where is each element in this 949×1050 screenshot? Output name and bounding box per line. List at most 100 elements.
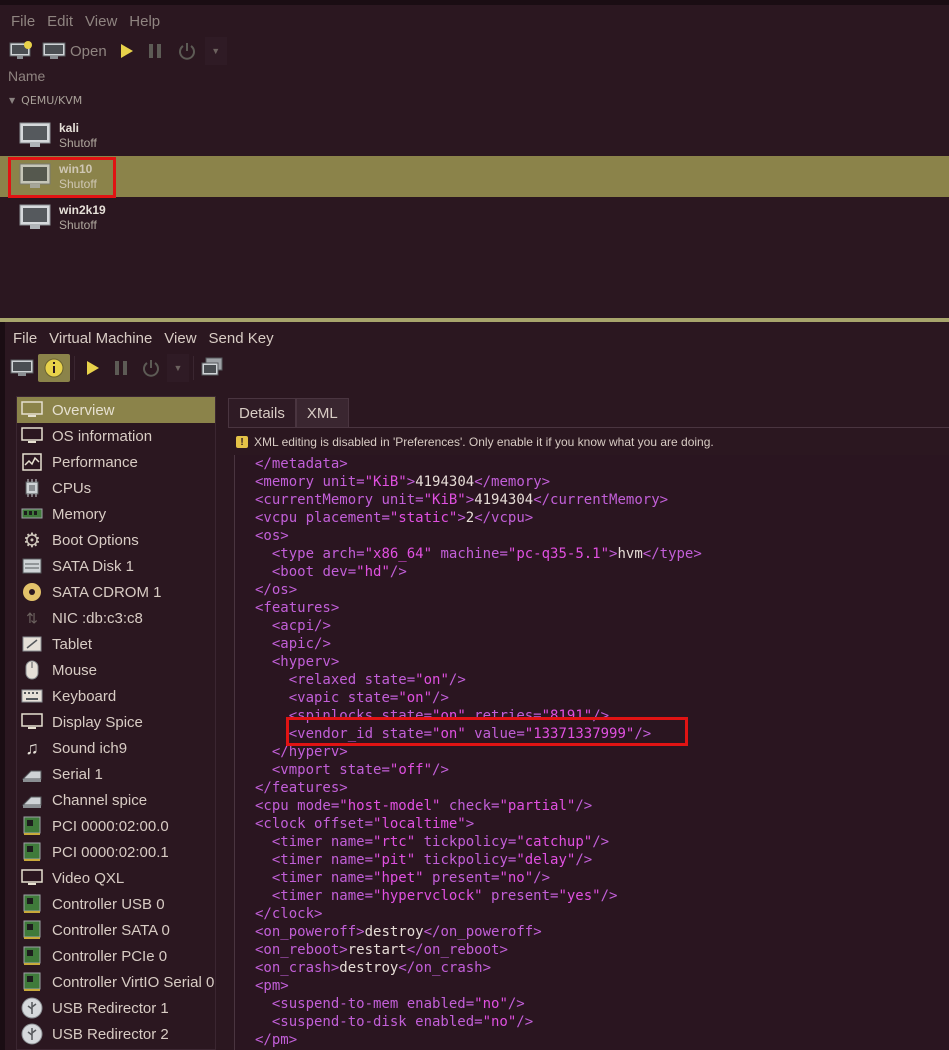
xml-line: <on_reboot>restart</on_reboot>	[255, 942, 508, 958]
monitor-icon	[18, 203, 52, 233]
sidebar-item-label: Boot Options	[52, 531, 139, 549]
vm-row-kali[interactable]: kali Shutoff	[0, 115, 949, 156]
details-toolbar: ▼	[8, 353, 226, 383]
monitor-icon	[20, 400, 44, 420]
xml-editor[interactable]: </metadata> <memory unit="KiB">4194304</m…	[234, 455, 949, 1050]
shutdown-menu-button[interactable]: ▼	[204, 37, 227, 65]
sidebar-item-display-spice[interactable]: Display Spice	[17, 709, 215, 735]
sidebar-item-label: SATA Disk 1	[52, 557, 134, 575]
shutdown-button[interactable]	[169, 37, 205, 65]
details-menubar: File Virtual Machine View Send Key	[7, 324, 280, 352]
sidebar-item-label: Video QXL	[52, 869, 125, 887]
menu-file[interactable]: File	[5, 13, 41, 30]
play-icon	[120, 44, 133, 58]
pci-card-icon	[20, 946, 44, 966]
xml-line: <suspend-to-mem enabled="no"/>	[271, 996, 525, 1012]
sidebar-item-sata-cdrom-1[interactable]: SATA CDROM 1	[17, 579, 215, 605]
sidebar-item-sound-ich9[interactable]: ♫ Sound ich9	[17, 735, 215, 761]
sidebar-item-pci-0000-02-00-0[interactable]: PCI 0000:02:00.0	[17, 813, 215, 839]
open-label: Open	[70, 42, 107, 60]
xml-line: <currentMemory unit="KiB">4194304</curre…	[255, 492, 669, 508]
hardware-list: Overview OS information Performance CPUs…	[16, 396, 216, 1050]
menu-view[interactable]: View	[158, 330, 202, 347]
xml-line: </features>	[255, 780, 348, 796]
usb-icon	[20, 1023, 44, 1045]
sidebar-item-pci-0000-02-00-1[interactable]: PCI 0000:02:00.1	[17, 839, 215, 865]
sidebar-item-tablet[interactable]: Tablet	[17, 631, 215, 657]
sidebar-item-overview[interactable]: Overview	[17, 397, 215, 423]
tab-details[interactable]: Details	[228, 398, 296, 428]
disk-icon	[20, 556, 44, 576]
manager-toolbar: Open ▼	[6, 36, 227, 66]
xml-line: <timer name="pit" tickpolicy="delay"/>	[271, 852, 593, 868]
xml-line: <acpi/>	[271, 618, 331, 634]
sidebar-item-usb-redirector-1[interactable]: USB Redirector 1	[17, 995, 215, 1021]
menu-edit[interactable]: Edit	[41, 13, 79, 30]
chart-icon	[20, 452, 44, 472]
usb-icon	[20, 997, 44, 1019]
pause-button[interactable]	[141, 37, 169, 65]
xml-line: <vmport state="off"/>	[271, 762, 449, 778]
menu-file[interactable]: File	[7, 330, 43, 347]
sidebar-item-memory[interactable]: Memory	[17, 501, 215, 527]
sidebar-item-keyboard[interactable]: Keyboard	[17, 683, 215, 709]
run-button[interactable]	[79, 354, 107, 382]
sidebar-item-serial-1[interactable]: Serial 1	[17, 761, 215, 787]
vm-name: kali	[59, 120, 80, 135]
menu-virtual-machine[interactable]: Virtual Machine	[43, 330, 158, 347]
menu-help[interactable]: Help	[123, 13, 166, 30]
sidebar-item-boot-options[interactable]: ⚙ Boot Options	[17, 527, 215, 553]
snapshot-button[interactable]	[198, 354, 226, 382]
warning-text: XML editing is disabled in 'Preferences'…	[254, 435, 714, 449]
vm-row-win2k19[interactable]: win2k19 Shutoff	[0, 197, 949, 238]
gear-icon: ⚙	[23, 529, 41, 552]
sidebar-item-label: Sound ich9	[52, 739, 128, 757]
sidebar-item-cpus[interactable]: CPUs	[17, 475, 215, 501]
new-vm-icon	[9, 41, 32, 59]
sidebar-item-sata-disk-1[interactable]: SATA Disk 1	[17, 553, 215, 579]
shutdown-menu-button[interactable]: ▼	[167, 354, 189, 382]
run-button[interactable]	[113, 37, 141, 65]
shutdown-button[interactable]	[135, 354, 167, 382]
menu-view[interactable]: View	[79, 13, 123, 30]
connection-group[interactable]: ▼ QEMU/KVM	[9, 94, 82, 107]
sidebar-item-label: Controller USB 0	[52, 895, 165, 913]
open-button[interactable]: Open	[36, 37, 113, 65]
xml-line: <os>	[255, 528, 289, 544]
xml-line: <timer name="hypervclock" present="yes"/…	[271, 888, 618, 904]
vm-details-window: File Virtual Machine View Send Key ▼ Ove…	[0, 322, 949, 1050]
details-view-button[interactable]	[38, 354, 70, 382]
name-column-header[interactable]: Name	[8, 68, 45, 84]
xml-line: <cpu mode="host-model" check="partial"/>	[255, 798, 593, 814]
menu-send-key[interactable]: Send Key	[203, 330, 280, 347]
vm-row-win10[interactable]: win10 Shutoff	[0, 156, 949, 197]
xml-line: <vapic state="on"/>	[288, 690, 449, 706]
sidebar-item-usb-redirector-2[interactable]: USB Redirector 2	[17, 1021, 215, 1047]
toolbar-separator	[74, 356, 75, 380]
chevron-down-icon: ▼	[211, 46, 221, 56]
new-vm-button[interactable]	[6, 37, 36, 65]
sidebar-item-controller-sata-0[interactable]: Controller SATA 0	[17, 917, 215, 943]
memory-icon	[20, 504, 44, 524]
sidebar-item-performance[interactable]: Performance	[17, 449, 215, 475]
xml-line: <hyperv>	[271, 654, 340, 670]
sidebar-item-controller-virtio-serial-0[interactable]: Controller VirtIO Serial 0	[17, 969, 215, 995]
xml-line: <on_crash>destroy</on_crash>	[255, 960, 492, 976]
window-edge	[0, 322, 5, 1050]
xml-warning: ! XML editing is disabled in 'Preference…	[236, 435, 714, 449]
sidebar-item-controller-usb-0[interactable]: Controller USB 0	[17, 891, 215, 917]
chevron-down-icon: ▼	[173, 363, 183, 373]
pause-button[interactable]	[107, 354, 135, 382]
sidebar-item-os-information[interactable]: OS information	[17, 423, 215, 449]
sidebar-item-mouse[interactable]: Mouse	[17, 657, 215, 683]
sidebar-item-label: NIC :db:c3:c8	[52, 609, 143, 627]
tab-xml[interactable]: XML	[295, 398, 349, 428]
console-view-button[interactable]	[8, 354, 36, 382]
xml-line: <suspend-to-disk enabled="no"/>	[271, 1014, 534, 1030]
xml-line: <pm>	[255, 978, 289, 994]
sidebar-item-channel-spice[interactable]: Channel spice	[17, 787, 215, 813]
sidebar-item-nic[interactable]: ⇅ NIC :db:c3:c8	[17, 605, 215, 631]
sidebar-item-video-qxl[interactable]: Video QXL	[17, 865, 215, 891]
sidebar-item-controller-pcie-0[interactable]: Controller PCIe 0	[17, 943, 215, 969]
monitor-icon	[10, 359, 34, 376]
